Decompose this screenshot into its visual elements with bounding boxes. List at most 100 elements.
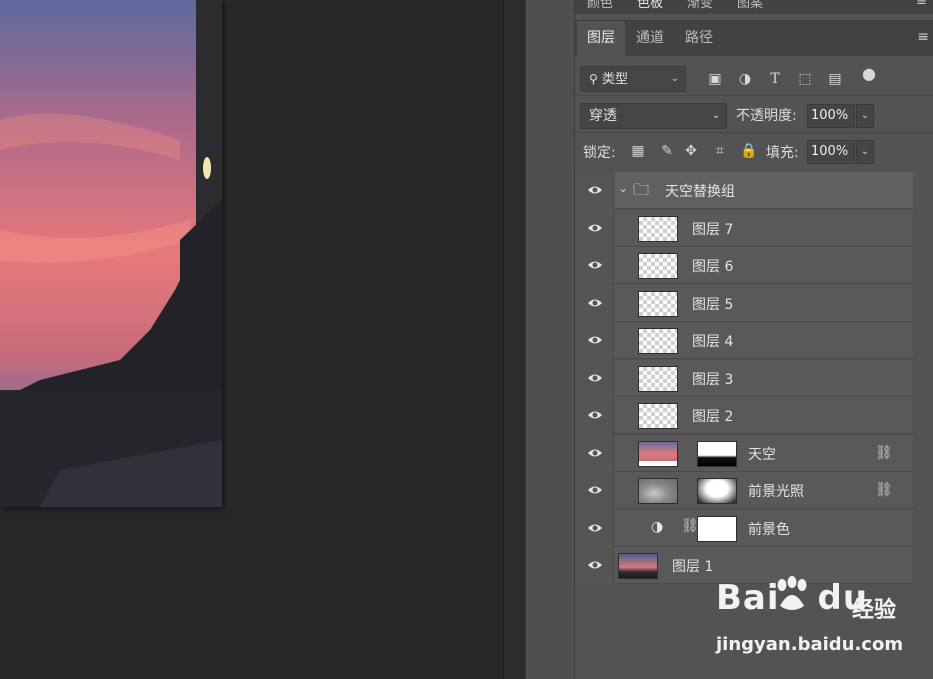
canvas-area[interactable] bbox=[0, 0, 503, 679]
layer-mask-thumbnail[interactable] bbox=[697, 440, 737, 467]
visibility-toggle[interactable] bbox=[575, 247, 614, 284]
eye-icon bbox=[588, 224, 602, 231]
visibility-toggle[interactable] bbox=[575, 359, 614, 397]
layer-row[interactable]: 图层 3 bbox=[575, 359, 913, 397]
lock-paint-icon[interactable]: ✎ bbox=[659, 143, 675, 159]
layer-name: 前景光照 bbox=[748, 484, 804, 500]
layer-row[interactable]: 前景光照 ⛓ bbox=[575, 472, 913, 509]
photoshop-window: 颜色 色板 渐变 图案 ≡ 图层 通道 路径 ≡ ⚲ 类型 ⌄ ▣ ◑ T ⬚ … bbox=[0, 0, 933, 679]
visibility-toggle[interactable] bbox=[575, 209, 614, 247]
layer-name: 图层 1 bbox=[672, 559, 714, 575]
baidu-jingyan-watermark: Bai du 经验 jingyan.baidu.com bbox=[716, 576, 916, 658]
layer-thumbnail bbox=[638, 478, 678, 504]
layer-row[interactable]: 图层 6 bbox=[575, 247, 913, 284]
eye-icon bbox=[588, 411, 602, 419]
smart-object-filter-icon[interactable]: ▤ bbox=[827, 71, 843, 87]
chevron-down-icon: ⌄ bbox=[670, 73, 679, 84]
visibility-toggle[interactable] bbox=[575, 322, 614, 359]
eye-icon bbox=[588, 561, 602, 569]
watermark-product: 经验 bbox=[852, 598, 897, 623]
link-icon[interactable]: ⛓ bbox=[875, 482, 893, 498]
layer-mask-thumbnail[interactable] bbox=[697, 478, 737, 504]
eye-icon bbox=[588, 186, 602, 194]
layer-row[interactable]: 图层 5 bbox=[575, 284, 913, 322]
layer-name: 天空 bbox=[748, 446, 776, 463]
layer-row[interactable]: 图层 4 bbox=[575, 322, 913, 359]
watermark-url: jingyan.baidu.com bbox=[716, 634, 904, 655]
document-image[interactable] bbox=[0, 0, 222, 507]
color-panel-tabs: 颜色 色板 渐变 图案 ≡ bbox=[575, 0, 933, 14]
layer-thumbnail bbox=[638, 253, 678, 279]
layer-name: 天空替换组 bbox=[665, 184, 735, 200]
eye-icon bbox=[588, 261, 602, 269]
fill-dropdown[interactable]: ⌄ bbox=[856, 140, 874, 164]
tab-swatches[interactable]: 色板 bbox=[637, 0, 663, 11]
chevron-down-icon[interactable]: ⌄ bbox=[618, 181, 628, 195]
layer-thumbnail bbox=[638, 440, 678, 467]
lock-position-icon[interactable]: ✥ bbox=[683, 143, 699, 159]
chevron-down-icon: ⌄ bbox=[711, 110, 720, 121]
opacity-field[interactable]: 100% bbox=[807, 104, 855, 128]
type-filter-icon[interactable]: T bbox=[767, 71, 783, 87]
layer-thumbnail bbox=[638, 328, 678, 354]
layer-panel-tabs: 图层 通道 路径 ≡ bbox=[575, 20, 933, 57]
tab-patterns[interactable]: 图案 bbox=[737, 0, 763, 11]
fill-label: 填充: bbox=[766, 145, 799, 161]
visibility-toggle[interactable] bbox=[575, 509, 614, 547]
layer-row[interactable]: 图层 7 bbox=[575, 209, 913, 247]
panel-menu-icon[interactable]: ≡ bbox=[916, 0, 927, 9]
layer-name: 前景色 bbox=[748, 521, 790, 538]
blend-row: 穿透 ⌄ 不透明度: 100% ⌄ bbox=[575, 97, 933, 133]
lock-all-icon[interactable]: 🔒 bbox=[740, 143, 757, 159]
layer-thumbnail bbox=[638, 290, 678, 317]
shape-filter-icon[interactable]: ⬚ bbox=[797, 71, 813, 87]
lock-row: 锁定: ▦ ✎ ✥ ⌗ 🔒 填充: 100% ⌄ bbox=[575, 134, 933, 170]
eye-icon bbox=[588, 374, 602, 381]
tab-gradients[interactable]: 渐变 bbox=[687, 0, 713, 11]
eye-icon bbox=[588, 336, 602, 344]
layer-name: 图层 7 bbox=[692, 221, 734, 238]
visibility-toggle[interactable] bbox=[575, 397, 614, 434]
layer-thumbnail bbox=[638, 365, 678, 392]
layer-name: 图层 4 bbox=[692, 334, 734, 350]
layer-thumbnail bbox=[638, 215, 678, 242]
layer-row-group[interactable]: ⌄ 🗀 天空替换组 bbox=[575, 172, 913, 209]
lock-artboard-icon[interactable]: ⌗ bbox=[712, 143, 728, 159]
layer-filter-row: ⚲ 类型 ⌄ ▣ ◑ T ⬚ ▤ ● bbox=[575, 60, 933, 96]
layer-name: 图层 6 bbox=[692, 259, 734, 275]
tab-layers[interactable]: 图层 bbox=[577, 21, 625, 57]
tab-paths[interactable]: 路径 bbox=[675, 21, 723, 57]
tab-color[interactable]: 颜色 bbox=[587, 0, 613, 11]
visibility-toggle[interactable] bbox=[575, 472, 614, 509]
blend-mode-select[interactable]: 穿透 ⌄ bbox=[580, 103, 727, 129]
layer-mask-thumbnail[interactable] bbox=[697, 515, 737, 542]
layer-row[interactable]: 图层 2 bbox=[575, 397, 913, 434]
eye-icon bbox=[588, 524, 602, 531]
layer-row[interactable]: 天空 ⛓ bbox=[575, 434, 913, 472]
filter-toggle-icon[interactable]: ● bbox=[861, 66, 877, 82]
adjustment-filter-icon[interactable]: ◑ bbox=[737, 71, 753, 87]
visibility-toggle[interactable] bbox=[575, 284, 614, 322]
adjustment-layer-icon: ◑ bbox=[651, 518, 664, 535]
collapsed-panel-strip bbox=[525, 0, 575, 679]
visibility-toggle[interactable] bbox=[575, 547, 614, 584]
tab-channels[interactable]: 通道 bbox=[626, 21, 674, 57]
layer-name: 图层 2 bbox=[692, 409, 734, 425]
folder-icon: 🗀 bbox=[633, 180, 650, 199]
opacity-dropdown[interactable]: ⌄ bbox=[856, 104, 874, 128]
image-filter-icon[interactable]: ▣ bbox=[707, 71, 723, 87]
fill-field[interactable]: 100% bbox=[807, 140, 855, 164]
visibility-toggle[interactable] bbox=[575, 434, 614, 472]
eye-icon bbox=[588, 299, 602, 306]
visibility-toggle[interactable] bbox=[575, 172, 614, 209]
eye-icon bbox=[588, 486, 602, 494]
layer-row[interactable]: ◑ ⛓ 前景色 bbox=[575, 509, 913, 547]
link-icon[interactable]: ⛓ bbox=[875, 445, 893, 461]
lock-label: 锁定: bbox=[583, 145, 616, 161]
eye-icon bbox=[588, 449, 602, 456]
layer-thumbnail bbox=[618, 553, 658, 579]
filter-type-select[interactable]: ⚲ 类型 ⌄ bbox=[580, 66, 686, 92]
blend-mode-value: 穿透 bbox=[589, 108, 617, 124]
layers-panel-menu-icon[interactable]: ≡ bbox=[917, 29, 929, 45]
lock-transparent-icon[interactable]: ▦ bbox=[630, 143, 646, 159]
